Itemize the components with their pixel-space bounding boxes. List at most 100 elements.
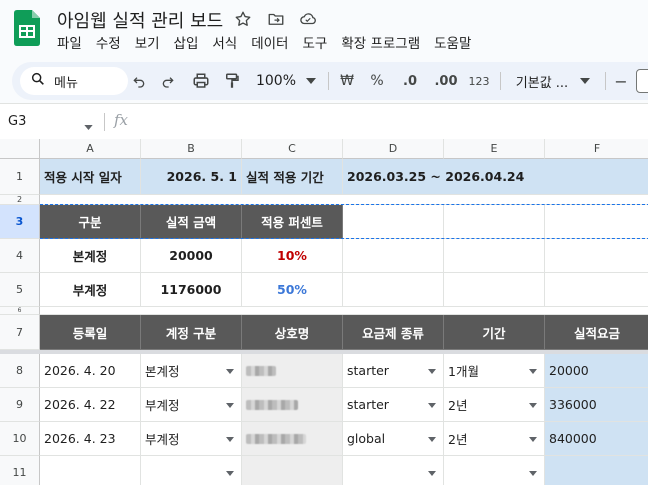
summary-header-percent[interactable]: 적용 퍼센트 (242, 205, 343, 239)
row-header-6[interactable]: 6 (0, 307, 40, 315)
column-header-c[interactable]: C (242, 139, 343, 159)
increase-decimal-button[interactable]: .00 (431, 69, 461, 93)
chevron-down-icon[interactable] (428, 402, 436, 408)
row-header-4[interactable]: 4 (0, 239, 40, 273)
summary-amount[interactable]: 20000 (141, 239, 242, 273)
chevron-down-icon[interactable] (428, 436, 436, 442)
row-date[interactable] (40, 456, 141, 485)
number-format-button[interactable]: 123 (467, 69, 491, 93)
menu-data[interactable]: 데이터 (244, 34, 295, 54)
name-box[interactable]: G3 (0, 104, 100, 138)
menu-edit[interactable]: 수정 (89, 34, 128, 54)
spacer-row[interactable] (40, 195, 648, 205)
row-period-dropdown[interactable]: 2년 (444, 422, 545, 456)
table-cell[interactable] (343, 239, 444, 273)
chevron-down-icon[interactable] (529, 368, 537, 374)
summary-header-type[interactable]: 구분 (40, 205, 141, 239)
row-header-2[interactable]: 2 (0, 195, 40, 205)
table-header-period[interactable]: 기간 (444, 315, 545, 350)
chevron-down-icon[interactable] (529, 436, 537, 442)
period-label[interactable]: 실적 적용 기간 (242, 159, 343, 195)
spacer-row[interactable] (40, 307, 648, 315)
row-period-dropdown[interactable]: 2년 (444, 388, 545, 422)
menu-help[interactable]: 도움말 (427, 34, 478, 54)
decrease-decimal-button[interactable]: .0 (398, 69, 422, 93)
table-cell[interactable] (545, 205, 648, 239)
row-store-redacted[interactable] (242, 388, 343, 422)
row-header-8[interactable]: 8 (0, 354, 40, 388)
table-cell[interactable] (444, 273, 545, 307)
table-cell[interactable] (545, 239, 648, 273)
cloud-status-icon[interactable] (297, 8, 319, 30)
summary-amount[interactable]: 1176000 (141, 273, 242, 307)
font-select[interactable]: 기본값 ... (512, 69, 572, 93)
table-header-fee[interactable]: 실적요금 (545, 315, 648, 350)
chevron-down-icon[interactable] (226, 470, 234, 476)
chevron-down-icon[interactable] (529, 402, 537, 408)
period-value[interactable]: 2026.03.25 ~ 2026.04.24 (343, 159, 648, 195)
chevron-down-icon[interactable] (428, 368, 436, 374)
table-cell[interactable] (343, 205, 444, 239)
table-cell[interactable] (444, 239, 545, 273)
sheets-logo-icon[interactable] (14, 10, 40, 46)
row-header-11[interactable]: 11 (0, 456, 40, 485)
formula-input[interactable] (140, 110, 640, 132)
column-header-f[interactable]: F (545, 139, 648, 159)
row-date[interactable]: 2026. 4. 22 (40, 388, 141, 422)
chevron-down-icon[interactable] (226, 368, 234, 374)
chevron-down-icon[interactable] (428, 470, 436, 476)
summary-percent[interactable]: 10% (242, 239, 343, 273)
row-fee[interactable] (545, 456, 648, 485)
row-fee[interactable]: 840000 (545, 422, 648, 456)
row-header-7[interactable]: 7 (0, 315, 40, 350)
row-header-5[interactable]: 5 (0, 273, 40, 307)
move-to-folder-icon[interactable] (265, 8, 287, 30)
percent-format-button[interactable]: % (368, 69, 386, 93)
table-cell[interactable] (343, 273, 444, 307)
column-header-a[interactable]: A (40, 139, 141, 159)
table-cell[interactable] (545, 273, 648, 307)
menu-view[interactable]: 보기 (128, 34, 167, 54)
column-header-b[interactable]: B (141, 139, 242, 159)
undo-icon[interactable] (128, 69, 150, 93)
row-header-3[interactable]: 3 (0, 205, 40, 239)
table-header-store[interactable]: 상호명 (242, 315, 343, 350)
paint-format-icon[interactable] (220, 69, 244, 93)
print-icon[interactable] (189, 69, 213, 93)
table-header-account[interactable]: 계정 구분 (141, 315, 242, 350)
row-header-1[interactable]: 1 (0, 159, 40, 195)
row-store-redacted[interactable] (242, 422, 343, 456)
summary-type[interactable]: 부계정 (40, 273, 141, 307)
row-header-9[interactable]: 9 (0, 388, 40, 422)
chevron-down-icon[interactable] (226, 402, 234, 408)
name-box-chevron-icon[interactable] (84, 119, 93, 134)
currency-format-button[interactable]: ₩ (338, 69, 356, 93)
row-period-dropdown[interactable] (444, 456, 545, 485)
font-chevron-down-icon[interactable] (578, 69, 592, 93)
star-icon[interactable] (232, 8, 254, 30)
start-date-label[interactable]: 적용 시작 일자 (40, 159, 141, 195)
table-header-plan[interactable]: 요금제 종류 (343, 315, 444, 350)
row-account-dropdown[interactable]: 부계정 (141, 422, 242, 456)
row-account-dropdown[interactable]: 본계정 (141, 354, 242, 388)
redo-icon[interactable] (157, 69, 179, 93)
table-header-date[interactable]: 등록일 (40, 315, 141, 350)
menu-insert[interactable]: 삽입 (167, 34, 206, 54)
menu-extensions[interactable]: 확장 프로그램 (334, 34, 427, 54)
chevron-down-icon[interactable] (226, 436, 234, 442)
document-title[interactable]: 아임웹 실적 관리 보드 (57, 7, 223, 33)
menu-tools[interactable]: 도구 (295, 34, 334, 54)
row-period-dropdown[interactable]: 1개월 (444, 354, 545, 388)
row-plan-dropdown[interactable]: starter (343, 388, 444, 422)
select-all-corner[interactable] (0, 139, 40, 159)
row-plan-dropdown[interactable]: global (343, 422, 444, 456)
row-account-dropdown[interactable]: 부계정 (141, 388, 242, 422)
row-plan-dropdown[interactable]: starter (343, 354, 444, 388)
row-fee[interactable]: 20000 (545, 354, 648, 388)
row-store[interactable] (242, 456, 343, 485)
row-date[interactable]: 2026. 4. 20 (40, 354, 141, 388)
row-plan-dropdown[interactable] (343, 456, 444, 485)
row-header-10[interactable]: 10 (0, 422, 40, 456)
chevron-down-icon[interactable] (304, 69, 318, 93)
zoom-select[interactable]: 100% (254, 69, 298, 93)
